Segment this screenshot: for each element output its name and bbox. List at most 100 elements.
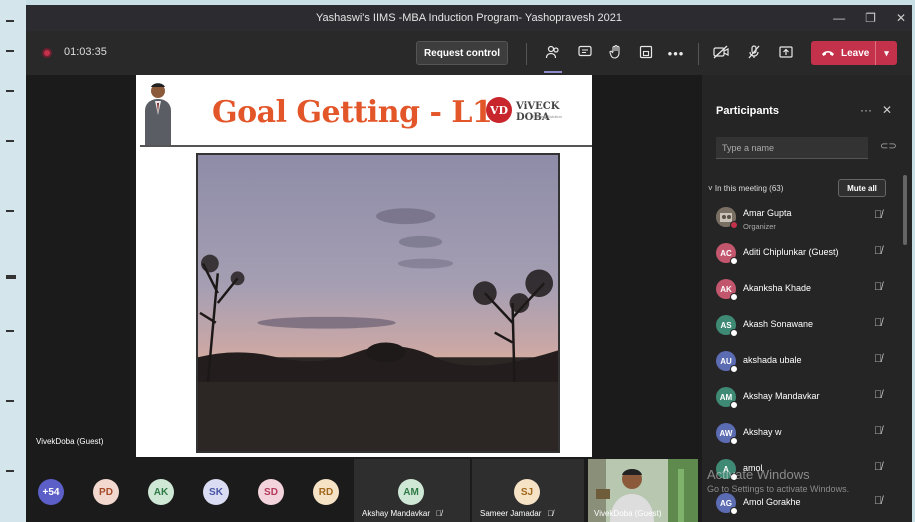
participant-name: Aditi Chiplunkar (Guest) (743, 247, 839, 257)
phone-hangup-icon (822, 51, 834, 56)
toolbar-divider (698, 43, 699, 65)
window-title: Yashaswi's IIMS -MBA Induction Program- … (316, 12, 622, 24)
stage-presenter-name: VivekDoba (Guest) (36, 437, 104, 446)
participant-name: Akshay w (743, 427, 782, 437)
avatar: AS (716, 315, 738, 337)
participant-name: akshada ubale (743, 355, 802, 365)
panel-title: Participants (716, 105, 779, 117)
restore-button[interactable]: ❐ (865, 11, 876, 25)
avatar: AU (716, 351, 738, 373)
avatar: AW (716, 423, 738, 445)
watermark-subtitle: Go to Settings to activate Windows. (707, 484, 850, 494)
presentation-slide: Goal Getting - L1 VD ViVECK DOBA Trainin… (136, 75, 592, 457)
mic-off-icon[interactable]: 🎙̸ (874, 461, 882, 473)
participants-icon[interactable] (543, 44, 563, 64)
mic-off-icon[interactable]: 🎙̸ (874, 353, 882, 365)
raise-hand-icon[interactable] (606, 44, 626, 64)
mic-off-icon: 🎙̸ (436, 509, 443, 518)
participant-row[interactable]: Amar Gupta Organizer 🎙̸ (716, 205, 896, 235)
chevron-down-icon[interactable]: ▾ (876, 48, 897, 59)
mic-off-icon[interactable] (744, 44, 764, 64)
mic-off-icon[interactable]: 🎙̸ (874, 317, 882, 329)
leave-label: Leave (841, 47, 870, 59)
recording-icon (42, 48, 52, 58)
participant-tile[interactable]: SJ Sameer Jamadar 🎙̸ (472, 459, 584, 522)
teams-meeting-window: Yashaswi's IIMS -MBA Induction Program- … (26, 5, 912, 522)
more-options-icon[interactable]: ••• (666, 44, 686, 64)
participant-row[interactable]: AC Aditi Chiplunkar (Guest) 🎙̸ (716, 241, 896, 271)
meeting-toolbar: 01:03:35 Request control ••• Leave ▾ (26, 31, 912, 75)
minimize-button[interactable]: — (833, 11, 845, 25)
participant-name: Amol Gorakhe (743, 497, 801, 507)
section-header[interactable]: ˅ In this meeting (63) (708, 184, 783, 193)
presenter-photo (140, 79, 176, 147)
participant-avatar: SJ (514, 479, 540, 505)
mic-off-icon: 🎙̸ (547, 509, 554, 518)
participants-panel: Participants ··· ✕ ⊂⊃ ˅ In this meeting … (702, 75, 912, 522)
participant-strip: +54 PD AK SK SD RD AM Akshay Mandavkar 🎙̸… (26, 457, 702, 522)
close-button[interactable]: ✕ (896, 11, 906, 25)
share-screen-icon[interactable] (776, 44, 796, 64)
meeting-timer: 01:03:35 (64, 46, 107, 58)
mute-all-button[interactable]: Mute all (838, 179, 886, 197)
mic-off-icon[interactable]: 🎙̸ (874, 389, 882, 401)
avatar: AK (716, 279, 738, 301)
participant-row[interactable]: AS Akash Sonawane 🎙̸ (716, 313, 896, 343)
mic-off-icon[interactable]: 🎙̸ (874, 281, 882, 293)
scrollbar[interactable] (903, 175, 907, 245)
chat-icon[interactable] (575, 44, 595, 64)
participant-tile-name: Akshay Mandavkar (362, 509, 431, 518)
participant-avatar[interactable]: RD (313, 479, 339, 505)
participant-row[interactable]: AK Akanksha Khade 🎙̸ (716, 277, 896, 307)
participant-name: Amar Gupta (743, 208, 792, 218)
title-bar: Yashaswi's IIMS -MBA Induction Program- … (26, 5, 912, 31)
participant-avatar[interactable]: PD (93, 479, 119, 505)
slide-divider (140, 145, 592, 147)
video-tile-name: VivekDoba (Guest) (594, 509, 662, 518)
chevron-down-icon: ˅ (708, 184, 715, 193)
participant-avatar: AM (398, 479, 424, 505)
participant-row[interactable]: AW Akshay w 🎙̸ (716, 421, 896, 451)
breakout-rooms-icon[interactable] (636, 44, 656, 64)
participant-name: Akanksha Khade (743, 283, 812, 293)
active-tab-indicator (544, 71, 562, 73)
camera-off-icon[interactable] (711, 44, 731, 64)
brand-logo: VD (486, 97, 512, 123)
participant-search-input[interactable] (716, 137, 868, 159)
participant-row[interactable]: AU akshada ubale 🎙̸ (716, 349, 896, 379)
participant-avatar[interactable]: SK (203, 479, 229, 505)
brand-name: ViVECK DOBA (516, 101, 560, 123)
shared-content-stage: Goal Getting - L1 VD ViVECK DOBA Trainin… (26, 75, 702, 457)
avatar: AG (716, 493, 738, 515)
activation-watermark: Activate Windows Go to Settings to activ… (707, 467, 849, 494)
participant-tile-name: Sameer Jamadar (480, 509, 542, 518)
mic-off-icon[interactable]: 🎙̸ (874, 425, 882, 437)
avatar (716, 207, 738, 229)
toolbar-divider (526, 43, 527, 65)
leave-button[interactable]: Leave ▾ (811, 41, 897, 65)
overflow-participants-badge[interactable]: +54 (38, 479, 64, 505)
participant-avatar[interactable]: AK (148, 479, 174, 505)
sunset-landscape-image (196, 153, 560, 453)
avatar: AM (716, 387, 738, 409)
watermark-title: Activate Windows (707, 467, 810, 482)
avatar: AC (716, 243, 738, 265)
participant-name: Akash Sonawane (743, 319, 814, 329)
link-icon[interactable]: ⊂⊃ (880, 141, 897, 152)
more-options-icon[interactable]: ··· (860, 103, 872, 117)
mic-off-icon[interactable]: 🎙̸ (874, 245, 882, 257)
request-control-button[interactable]: Request control (416, 41, 508, 65)
presenter-video-tile[interactable]: VivekDoba (Guest) (588, 459, 698, 522)
participant-tile[interactable]: AM Akshay Mandavkar 🎙̸ (354, 459, 470, 522)
slide-title: Goal Getting - L1 (212, 95, 493, 130)
background-document-edge (0, 0, 26, 522)
participant-row[interactable]: AM Akshay Mandavkar 🎙̸ (716, 385, 896, 415)
close-icon[interactable]: ✕ (882, 103, 892, 117)
participant-name: Akshay Mandavkar (743, 391, 820, 401)
section-label: In this meeting (63) (714, 184, 784, 193)
participant-avatar[interactable]: SD (258, 479, 284, 505)
participant-row[interactable]: AG Amol Gorakhe 🎙̸ (716, 491, 896, 521)
brand-tagline: Training Solution (532, 114, 562, 119)
mic-off-icon[interactable]: 🎙̸ (874, 495, 882, 507)
mic-off-icon[interactable]: 🎙̸ (874, 209, 882, 221)
